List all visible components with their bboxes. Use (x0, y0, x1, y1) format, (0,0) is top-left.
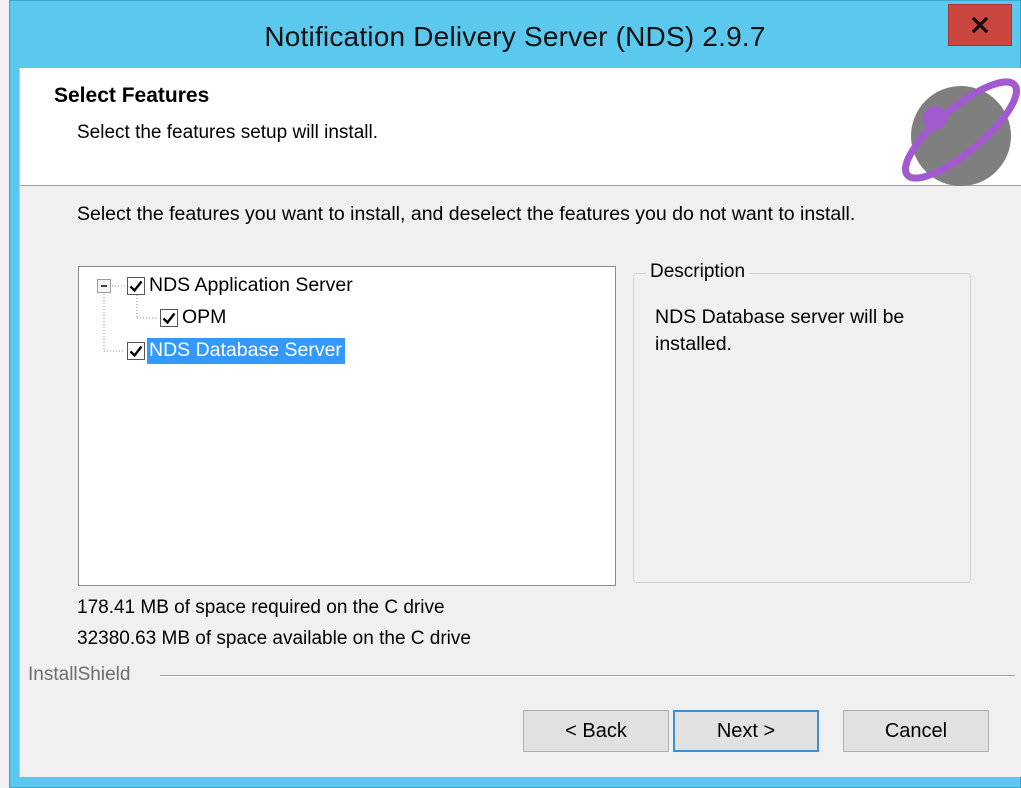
collapse-toggle-icon[interactable] (97, 279, 111, 293)
tree-item-label-selected: NDS Database Server (147, 338, 345, 364)
space-required-text: 178.41 MB of space required on the C dri… (77, 597, 445, 618)
installshield-divider: InstallShield (20, 664, 1021, 688)
tree-item-label: NDS Application Server (149, 274, 353, 296)
checkmark-icon (129, 280, 143, 293)
installshield-brand: InstallShield (28, 664, 139, 686)
dialog-header: Select Features Select the features setu… (20, 68, 1021, 186)
checkbox-opm[interactable] (160, 309, 178, 327)
window-title: Notification Delivery Server (NDS) 2.9.7 (264, 21, 766, 52)
space-available-text: 32380.63 MB of space available on the C … (77, 628, 471, 649)
checkmark-icon (129, 345, 143, 358)
checkbox-nds-application-server[interactable] (127, 277, 145, 295)
tree-item-opm[interactable]: OPM (160, 305, 229, 331)
title-bar[interactable]: Notification Delivery Server (NDS) 2.9.7 (10, 1, 1020, 67)
installer-window: Notification Delivery Server (NDS) 2.9.7… (9, 0, 1021, 788)
page-subtitle: Select the features setup will install. (77, 122, 378, 143)
checkmark-icon (162, 312, 176, 325)
description-text: NDS Database server will be installed. (655, 306, 905, 355)
description-legend: Description (646, 261, 750, 283)
close-button[interactable] (948, 4, 1012, 46)
tree-item-label: OPM (182, 306, 227, 328)
tree-item-nds-application-server[interactable]: NDS Application Server (127, 273, 356, 299)
cancel-button[interactable]: Cancel (843, 710, 989, 752)
checkbox-nds-database-server[interactable] (127, 342, 145, 360)
feature-tree[interactable]: NDS Application Server OPM NDS Database … (78, 266, 616, 586)
product-logo-icon (902, 78, 1020, 186)
instruction-text: Select the features you want to install,… (77, 203, 856, 225)
next-button[interactable]: Next > (673, 710, 819, 752)
back-button[interactable]: < Back (523, 710, 669, 752)
tree-item-nds-database-server[interactable]: NDS Database Server (127, 338, 345, 364)
dialog-client-area: Select Features Select the features setu… (19, 68, 1021, 777)
description-group: Description NDS Database server will be … (633, 261, 971, 583)
page-title: Select Features (54, 84, 210, 107)
divider-line (160, 675, 1015, 677)
close-icon (971, 16, 989, 34)
